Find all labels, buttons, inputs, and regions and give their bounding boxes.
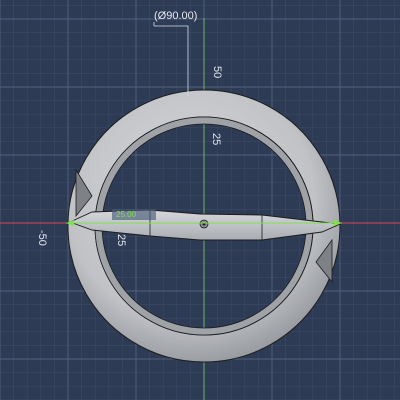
x-axis-label-25: 25 bbox=[115, 234, 127, 246]
diameter-leader bbox=[154, 25, 189, 96]
x-axis-label-neg50: -50 bbox=[36, 230, 48, 246]
dimension-value[interactable]: 25.00 bbox=[116, 210, 137, 219]
diameter-dimension[interactable]: (Ø90.00) bbox=[153, 10, 197, 96]
cad-viewport[interactable]: 25.00 (Ø90.00) 50 25 -50 25 bbox=[0, 0, 400, 400]
viewport-canvas[interactable]: 25.00 (Ø90.00) 50 25 -50 25 bbox=[0, 0, 400, 400]
y-axis-label-25: 25 bbox=[210, 133, 222, 145]
y-axis-label-50: 50 bbox=[211, 66, 223, 78]
diameter-label[interactable]: (Ø90.00) bbox=[154, 10, 197, 22]
